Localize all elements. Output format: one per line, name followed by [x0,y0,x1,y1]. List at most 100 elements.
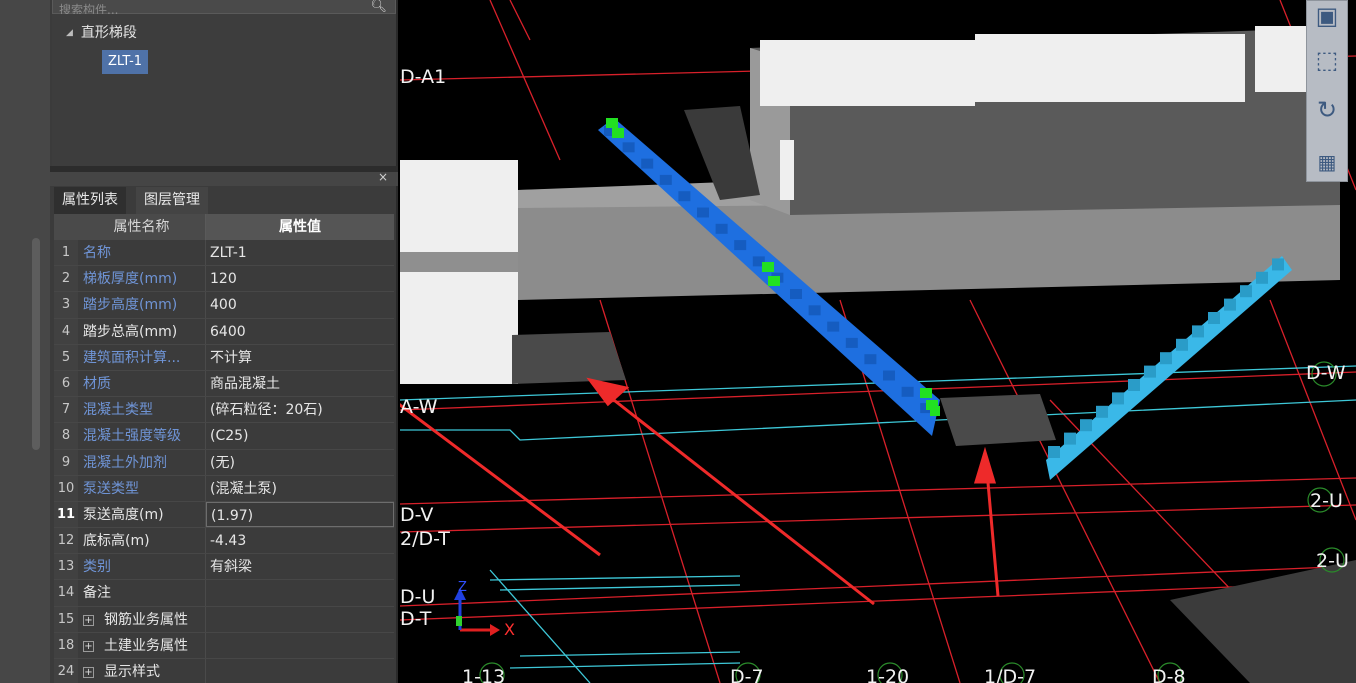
row-number: 15 [54,606,78,632]
grid-label-dv: D-V [400,504,434,526]
property-value[interactable] [206,607,394,632]
group-label: 土建业务属性 [104,637,188,654]
tree-leaf-zlt1[interactable]: ZLT-1 [102,50,149,74]
property-row[interactable]: 1 名称 ZLT-1 [54,240,394,267]
property-value[interactable]: 6400 [206,319,394,344]
property-row[interactable]: 2 梯板厚度(mm) 120 [54,266,394,293]
group-label: 钢筋业务属性 [104,611,188,628]
dock-scrollbar[interactable] [32,238,40,450]
collapse-triangle-icon[interactable]: ◢ [66,28,73,38]
row-number: 9 [54,449,78,475]
property-value[interactable]: 不计算 [206,345,394,370]
col-header-value[interactable]: 属性值 [206,214,394,240]
row-number: 1 [54,240,78,266]
stair-step [734,240,747,251]
grid-label-d7: D-7 [730,666,764,683]
group-label: 显示样式 [104,664,160,680]
property-value[interactable]: 120 [206,266,394,291]
floor-block-right [1170,560,1356,683]
property-value[interactable]: ZLT-1 [206,240,394,265]
property-row[interactable]: 5 建筑面积计算... 不计算 [54,344,394,371]
property-name: 混凝土外加剂 [78,449,206,475]
box-3d-icon[interactable]: ⬚ [1311,45,1343,75]
property-value[interactable]: (无) [206,450,394,475]
close-icon[interactable]: × [378,170,388,184]
rotate-icon[interactable]: ↻ [1311,95,1343,125]
property-value[interactable]: (碎石粒径：20石) [206,397,394,422]
property-row[interactable]: 15 + 钢筋业务属性 [54,606,394,633]
grid-label-1-13: 1-13 [462,666,506,683]
property-name: 底标高(m) [78,528,206,554]
stair-step [1240,285,1252,298]
left-dock-gutter [0,0,50,683]
property-value[interactable]: 有斜梁 [206,554,394,579]
row-number: 14 [54,580,78,606]
stair-step [1096,405,1108,418]
panel-titlebar: × [50,170,398,186]
3d-viewport[interactable]: D-A1 A-W D-W D-V 2/D-T D-U D-T 2-U 2-U 1… [400,0,1356,683]
property-value[interactable] [206,659,394,683]
stair-step [1160,352,1172,365]
property-row[interactable]: 6 材质 商品混凝土 [54,370,394,398]
expand-plus-icon[interactable]: + [83,640,94,652]
row-number: 2 [54,266,78,292]
property-row[interactable]: 14 备注 [54,580,394,607]
stair-step [1256,271,1268,284]
scene-canvas[interactable] [400,0,1356,683]
tab-layer-manager[interactable]: 图层管理 [136,187,208,214]
property-value[interactable]: (混凝土泵) [206,476,394,501]
tree-node-straight-stair[interactable]: ◢ 直形梯段 [66,22,137,42]
property-value[interactable]: 400 [206,292,394,317]
property-row[interactable]: 13 类别 有斜梁 [54,554,394,581]
view-cube-icon[interactable]: ▣ [1311,1,1343,31]
property-row[interactable]: 10 泵送类型 (混凝土泵) [54,475,394,502]
property-row[interactable]: 9 混凝土外加剂 (无) [54,449,394,476]
property-row[interactable]: 7 混凝土类型 (碎石粒径：20石) [54,397,394,424]
property-value[interactable]: (1.97) [206,501,394,528]
property-row[interactable]: 11 泵送高度(m) (1.97) [54,501,394,529]
property-name: 泵送高度(m) [78,501,206,528]
property-value[interactable] [206,633,394,658]
app-root: 搜索构件... 🔍︎ ◢ 直形梯段 ZLT-1 × 属性列表 图层管理 属性名称 … [0,0,1356,683]
property-name: + 钢筋业务属性 [78,606,206,632]
layout-icon[interactable]: ▦ [1311,147,1343,177]
grid-label-2dt: 2/D-T [400,528,450,550]
property-value[interactable] [206,580,394,605]
property-rows: 1 名称 ZLT-1 2 梯板厚度(mm) 120 3 踏步高度(mm) 400 4 踏步总高(mm… [54,240,394,683]
row-number: 11 [54,501,78,528]
row-number: 12 [54,528,78,554]
property-name: 梯板厚度(mm) [78,266,206,292]
wall-top [750,26,1340,215]
property-row[interactable]: 4 踏步总高(mm) 6400 [54,318,394,345]
grid-label-da1: D-A1 [400,66,447,88]
property-row[interactable]: 12 底标高(m) -4.43 [54,528,394,555]
property-row[interactable]: 18 + 土建业务属性 [54,632,394,659]
stair-step [697,207,709,218]
property-row[interactable]: 8 混凝土强度等级 (C25) [54,423,394,450]
expand-plus-icon[interactable]: + [83,614,94,626]
panel-tabs: 属性列表 图层管理 [54,187,394,214]
grid-label-dw: D-W [1306,362,1346,384]
property-name: 踏步高度(mm) [78,292,206,318]
property-value[interactable]: (C25) [206,423,394,448]
col-header-name[interactable]: 属性名称 [78,214,206,240]
search-icon[interactable]: 🔍︎ [370,0,387,14]
property-name: 类别 [78,554,206,580]
stair-steps-cyan [1048,258,1284,458]
row-number: 13 [54,554,78,580]
tab-property-list[interactable]: 属性列表 [54,187,126,214]
property-name: 混凝土类型 [78,397,206,423]
stair-step [659,174,672,185]
property-value[interactable]: 商品混凝土 [206,371,394,396]
property-row[interactable]: 24 + 显示样式 [54,659,394,683]
expand-plus-icon[interactable]: + [83,667,94,678]
row-number: 8 [54,423,78,449]
stair-step [845,337,858,348]
property-value[interactable]: -4.43 [206,528,394,553]
stair-step [790,289,802,299]
row-number: 3 [54,292,78,318]
grid-label-d8: D-8 [1152,666,1186,683]
property-row[interactable]: 3 踏步高度(mm) 400 [54,292,394,319]
search-box[interactable]: 搜索构件... 🔍︎ [52,0,396,17]
grid-label-aw: A-W [400,396,438,418]
